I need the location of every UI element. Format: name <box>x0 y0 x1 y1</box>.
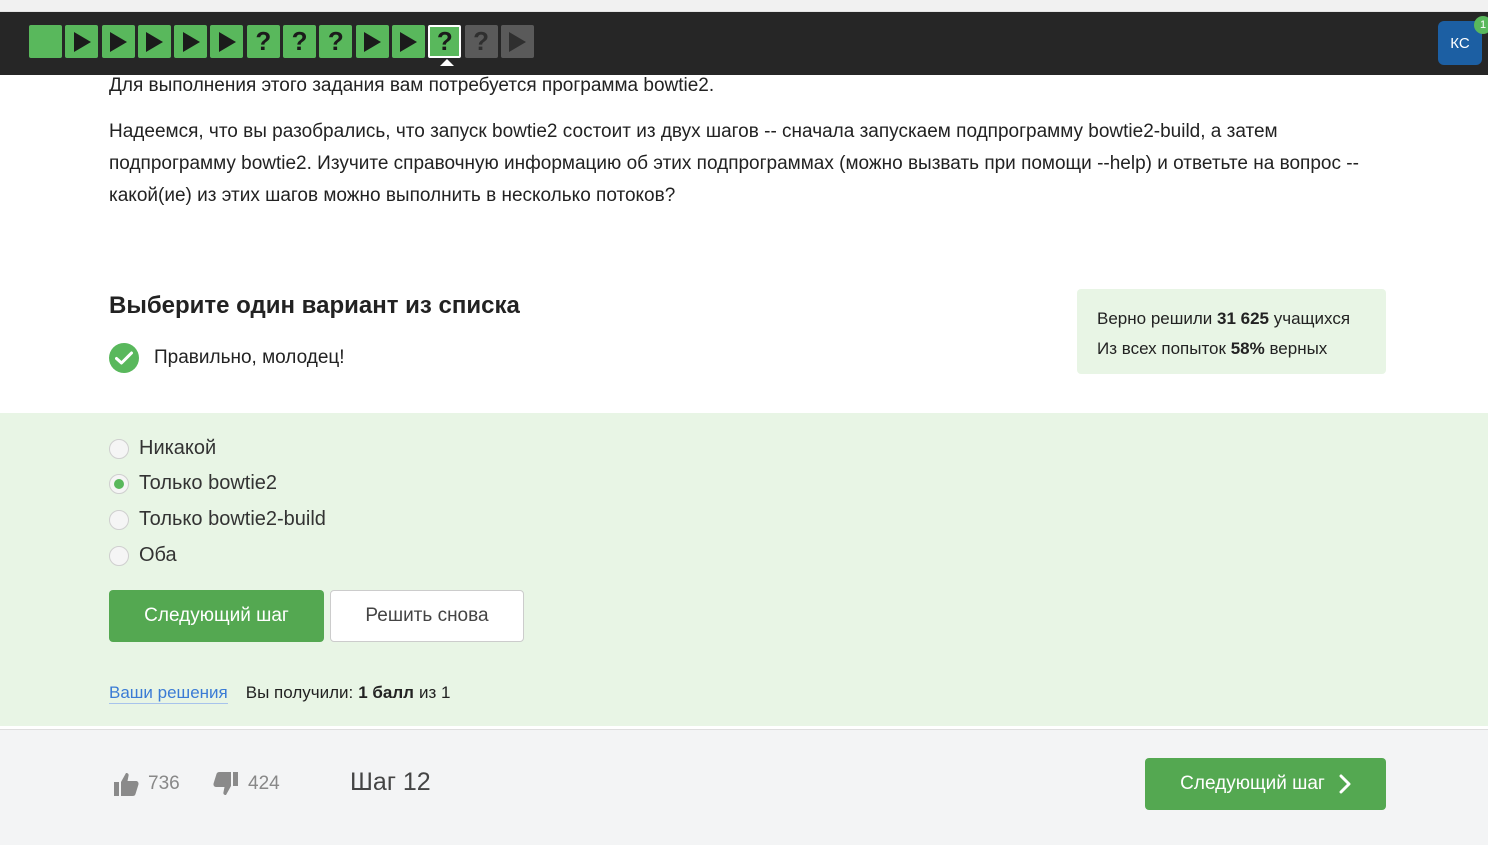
retry-button[interactable]: Решить снова <box>330 590 524 642</box>
score-value: 1 балл <box>358 683 414 702</box>
option-both[interactable]: Оба <box>109 544 177 567</box>
option-label: Никакой <box>139 437 217 459</box>
radio-button[interactable] <box>109 438 129 459</box>
question-icon: ? <box>291 26 308 56</box>
play-icon <box>509 31 527 52</box>
feedback-text: Правильно, молодец! <box>154 347 345 368</box>
question-icon: ? <box>473 26 489 56</box>
question-icon: ? <box>255 26 272 56</box>
step-3-video[interactable] <box>101 25 135 58</box>
quiz-title: Выберите один вариант из списка <box>109 292 520 319</box>
step-number-label: Шаг 12 <box>350 768 431 796</box>
check-circle-icon <box>109 343 139 373</box>
step-5-video[interactable] <box>174 25 208 58</box>
score-label: Вы получили: <box>245 683 354 702</box>
step-8-quiz[interactable]: ? <box>283 25 317 58</box>
footer-next-step-button[interactable]: Следующий шаг <box>1145 758 1386 810</box>
step-1-text[interactable] <box>29 25 62 58</box>
option-label: Оба <box>139 544 177 566</box>
option-none[interactable]: Никакой <box>109 437 216 460</box>
feedback-row: Правильно, молодец! <box>109 343 345 373</box>
play-icon <box>218 31 236 52</box>
result-row: Ваши решения Вы получили: 1 балл из 1 <box>109 683 450 704</box>
score-max: из 1 <box>418 683 451 702</box>
step-4-video[interactable] <box>137 25 171 58</box>
stats-solved: Верно решили 31 625 учащихся <box>1097 309 1351 328</box>
step-10-video[interactable] <box>355 25 389 58</box>
step-12-quiz[interactable]: ? <box>428 25 462 66</box>
step-14-video[interactable] <box>500 25 534 58</box>
task-question-text: Надеемся, что вы разобрались, что запуск… <box>109 121 1359 206</box>
dislikes-count: 424 <box>248 773 280 794</box>
step-7-quiz[interactable]: ? <box>246 25 280 58</box>
radio-button[interactable] <box>109 545 129 566</box>
step-11-video[interactable] <box>391 25 425 58</box>
like-button[interactable]: 736 <box>112 770 180 798</box>
step-6-video[interactable] <box>210 25 244 58</box>
dislike-button[interactable]: 424 <box>212 770 280 798</box>
lesson-step-bar: ????? КС 1 <box>0 12 1488 75</box>
radio-button[interactable] <box>109 509 129 530</box>
option-label: Только bowtie2-build <box>139 508 326 530</box>
step-9-quiz[interactable]: ? <box>319 25 353 58</box>
notification-badge[interactable]: 1 <box>1474 16 1488 34</box>
your-solutions-link[interactable]: Ваши решения <box>109 683 228 704</box>
option-bowtie2-build-only[interactable]: Только bowtie2-build <box>109 508 326 531</box>
next-step-button[interactable]: Следующий шаг <box>109 590 324 642</box>
answer-panel: Никакой Только bowtie2 Только bowtie2-bu… <box>0 413 1488 726</box>
footer-next-label: Следующий шаг <box>1180 773 1325 794</box>
play-icon <box>146 31 164 52</box>
question-icon: ? <box>436 26 453 56</box>
play-icon <box>110 31 128 52</box>
play-icon <box>364 31 382 52</box>
play-icon <box>182 31 200 52</box>
step-content: Для выполнения этого задания вам потребу… <box>0 12 1488 845</box>
stats-attempts: Из всех попыток 58% верных <box>1097 339 1328 358</box>
radio-button-selected[interactable] <box>109 473 129 494</box>
browser-top-strip <box>0 0 1488 12</box>
step-list: ????? <box>29 25 537 66</box>
option-label: Только bowtie2 <box>139 472 278 494</box>
step-footer: 736 424 Шаг 12 Следующий шаг <box>0 729 1488 845</box>
option-bowtie2-only[interactable]: Только bowtie2 <box>109 472 277 495</box>
play-icon <box>73 31 91 52</box>
task-intro-text: Для выполнения этого задания вам потребу… <box>109 75 715 96</box>
thumbs-up-icon <box>114 773 139 796</box>
question-icon: ? <box>327 26 344 56</box>
likes-count: 736 <box>148 773 180 794</box>
stats-box: Верно решили 31 625 учащихся Из всех поп… <box>1077 289 1386 374</box>
step-13-quiz[interactable]: ? <box>464 25 498 58</box>
thumbs-down-icon <box>213 772 238 795</box>
step-2-video[interactable] <box>65 25 99 58</box>
chevron-right-icon <box>1339 774 1351 794</box>
play-icon <box>400 31 418 52</box>
